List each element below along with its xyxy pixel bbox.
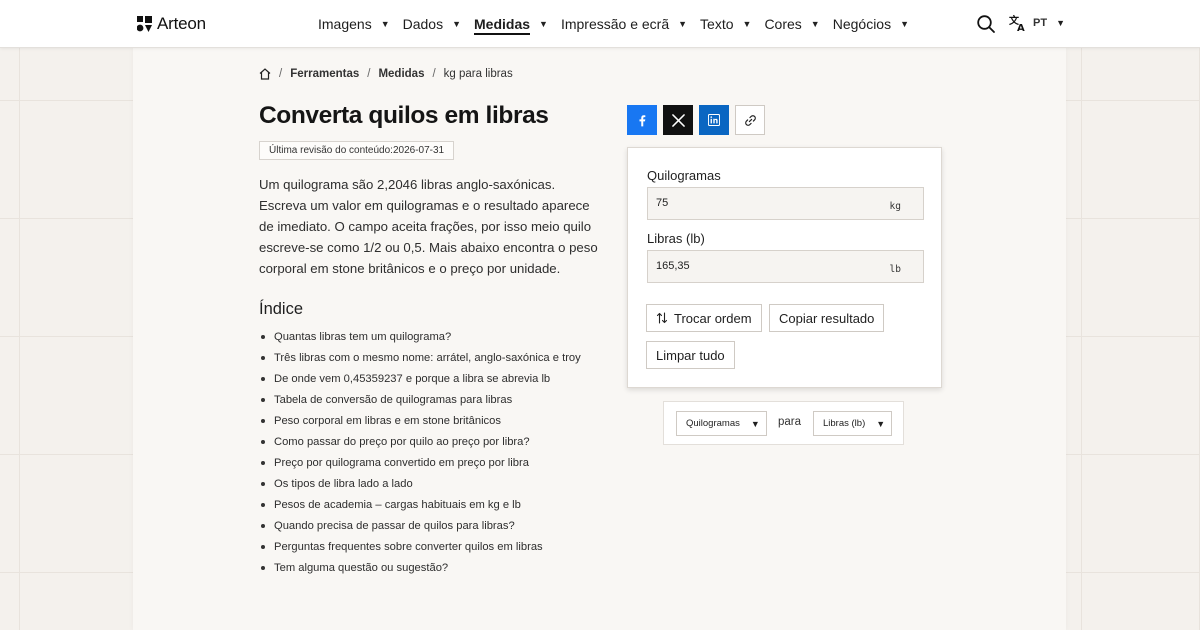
breadcrumb-ferramentas[interactable]: Ferramentas [290, 68, 359, 80]
share-buttons [627, 105, 765, 135]
top-navigation-bar: Arteon Imagens ▼ Dados ▼ Medidas ▼ Impre… [0, 0, 1200, 48]
pounds-label: Libras (lb) [647, 231, 705, 246]
toc-item[interactable]: Perguntas frequentes sobre converter qui… [259, 537, 581, 558]
swap-order-label: Trocar ordem [674, 310, 752, 326]
kilograms-unit: kg [889, 201, 901, 212]
nav-item-cores[interactable]: Cores ▼ [764, 16, 819, 32]
pounds-unit: lb [889, 264, 901, 275]
nav-item-negocios[interactable]: Negócios ▼ [833, 16, 909, 32]
breadcrumb-separator: / [432, 68, 436, 80]
arteon-logo-icon [137, 16, 152, 32]
toc-item[interactable]: Pesos de academia – cargas habituais em … [259, 495, 581, 516]
unit-connector: para [778, 416, 802, 428]
intro-paragraph: Um quilograma são 2,2046 libras anglo-sa… [259, 177, 598, 277]
toc-item[interactable]: Preço por quilograma convertido em preço… [259, 453, 581, 474]
caret-down-icon: ▼ [1056, 18, 1065, 28]
brand-name: Arteon [157, 14, 206, 33]
kilograms-label: Quilogramas [647, 168, 721, 183]
breadcrumb: / Ferramentas / Medidas / kg para libras [259, 68, 513, 80]
revision-badge: Última revisão do conteúdo:2026-07-31 [259, 141, 455, 160]
unit-selector-bar: Quilogramas ▼ para Libras (lb) ▼ [663, 401, 904, 445]
toc-item[interactable]: Quantas libras tem um quilograma? [259, 327, 581, 348]
copy-result-label: Copiar resultado [779, 310, 875, 326]
caret-down-icon: ▼ [678, 19, 688, 29]
toc-item[interactable]: De onde vem 0,45359237 e porque a libra … [259, 369, 581, 390]
nav-item-texto[interactable]: Texto ▼ [700, 16, 751, 32]
link-icon [744, 114, 756, 126]
toc-heading: Índice [259, 300, 304, 318]
breadcrumb-separator: / [279, 68, 283, 80]
translate-icon: 文 A [1009, 14, 1025, 32]
caret-down-icon: ▼ [742, 19, 752, 29]
converter-card: Quilogramas 75 kg Libras (lb) 165,35 lb … [627, 147, 942, 388]
table-of-contents: Quantas libras tem um quilograma? Três l… [259, 327, 581, 579]
toc-item[interactable]: Três libras com o mesmo nome: arrátel, a… [259, 348, 581, 369]
from-unit-select[interactable]: Quilogramas ▼ [676, 411, 767, 436]
nav-label: Medidas [474, 16, 531, 35]
nav-label: Texto [700, 16, 734, 32]
toc-item[interactable]: Quando precisa de passar de quilos para … [259, 516, 581, 537]
nav-label: Dados [402, 16, 444, 32]
caret-down-icon: ▼ [876, 418, 886, 429]
nav-label: Imagens [318, 16, 372, 32]
breadcrumb-current: kg para libras [443, 68, 513, 80]
linkedin-share-button[interactable] [699, 105, 729, 135]
toc-item[interactable]: Peso corporal em libras e em stone britâ… [259, 411, 581, 432]
pounds-input[interactable]: 165,35 lb [647, 250, 924, 283]
nav-label: Impressão e ecrã [560, 16, 670, 32]
nav-item-dados[interactable]: Dados ▼ [403, 16, 461, 32]
caret-down-icon: ▼ [452, 19, 462, 29]
main-nav: Imagens ▼ Dados ▼ Medidas ▼ Impressão e … [318, 0, 922, 48]
search-icon[interactable] [976, 14, 996, 34]
caret-down-icon: ▼ [539, 19, 548, 29]
revision-date: 2026-07-31 [392, 145, 445, 156]
language-code: PT [1033, 17, 1048, 29]
nav-label: Negócios [832, 16, 892, 32]
nav-item-impressao[interactable]: Impressão e ecrã ▼ [561, 16, 687, 32]
clear-all-label: Limpar tudo [656, 347, 725, 363]
nav-label: Cores [764, 16, 802, 32]
home-icon[interactable] [259, 68, 271, 80]
toc-item[interactable]: Como passar do preço por quilo ao preço … [259, 432, 581, 453]
clear-all-button[interactable]: Limpar tudo [646, 341, 735, 369]
to-unit-value: Libras (lb) [823, 418, 866, 429]
svg-text:A: A [1017, 23, 1025, 32]
facebook-icon [639, 114, 646, 126]
caret-down-icon: ▼ [900, 19, 910, 29]
caret-down-icon: ▼ [750, 418, 760, 429]
toc-item[interactable]: Os tipos de libra lado a lado [259, 474, 581, 495]
facebook-share-button[interactable] [627, 105, 657, 135]
kilograms-input[interactable]: 75 kg [647, 187, 924, 220]
breadcrumb-separator: / [367, 68, 371, 80]
pounds-value: 165,35 [656, 260, 690, 272]
caret-down-icon: ▼ [380, 19, 390, 29]
toc-item[interactable]: Tem alguma questão ou sugestão? [259, 558, 581, 579]
linkedin-icon [708, 114, 720, 126]
to-unit-select[interactable]: Libras (lb) ▼ [813, 411, 892, 436]
swap-order-button[interactable]: Trocar ordem [646, 304, 762, 332]
caret-down-icon: ▼ [810, 19, 820, 29]
toc-item[interactable]: Tabela de conversão de quilogramas para … [259, 390, 581, 411]
language-selector[interactable]: 文 A PT ▼ [1009, 14, 1065, 32]
copy-link-button[interactable] [735, 105, 765, 135]
breadcrumb-medidas[interactable]: Medidas [378, 68, 424, 80]
copy-result-button[interactable]: Copiar resultado [769, 304, 885, 332]
nav-item-medidas[interactable]: Medidas ▼ [474, 14, 548, 35]
x-share-button[interactable] [663, 105, 693, 135]
x-icon [671, 113, 685, 127]
brand-logo[interactable]: Arteon [137, 14, 206, 34]
kilograms-value: 75 [656, 197, 669, 209]
swap-icon [656, 312, 668, 324]
revision-label: Última revisão do conteúdo: [269, 145, 393, 156]
page-title: Converta quilos em libras [259, 102, 549, 129]
nav-item-imagens[interactable]: Imagens ▼ [318, 16, 390, 32]
from-unit-value: Quilogramas [686, 418, 740, 429]
